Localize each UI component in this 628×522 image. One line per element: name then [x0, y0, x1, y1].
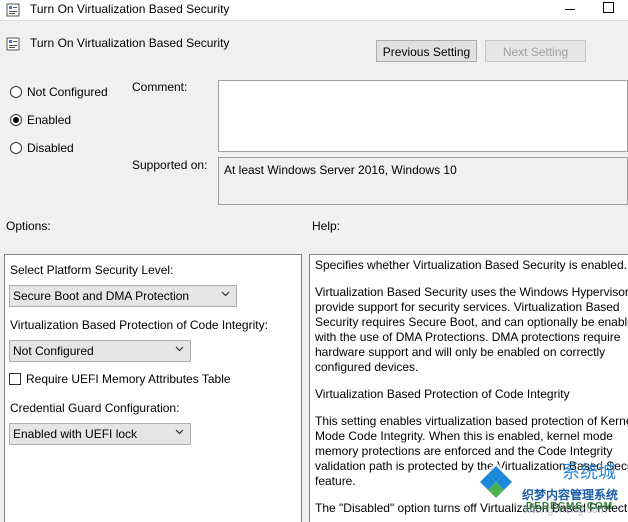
help-line: hardware support and will only be enable…	[315, 345, 606, 359]
title-bar: Turn On Virtualization Based Security	[0, 0, 628, 21]
help-paragraph: Virtualization Based Protection of Code …	[315, 387, 623, 402]
credential-guard-dropdown[interactable]: Enabled with UEFI lock	[9, 423, 191, 445]
watermark-logo: 系统城 xitongcheng.com 织梦内容管理系统 DEDECMS.COM	[470, 456, 628, 522]
radio-not-configured[interactable]: Not Configured	[10, 85, 108, 99]
checkbox-box[interactable]	[9, 373, 21, 385]
help-line: provide support for security services. V…	[315, 300, 620, 314]
minimize-button[interactable]	[560, 0, 580, 18]
radio-circle[interactable]	[10, 114, 22, 126]
help-line: Virtualization Based Protection of Code …	[315, 387, 570, 401]
window-title: Turn On Virtualization Based Security	[30, 2, 230, 16]
vbp-code-integrity-label: Virtualization Based Protection of Code …	[10, 318, 268, 332]
chevron-down-icon	[175, 429, 184, 435]
vbp-code-integrity-value: Not Configured	[13, 344, 94, 358]
comment-label: Comment:	[132, 80, 188, 94]
supported-on-value: At least Windows Server 2016, Windows 10	[224, 163, 457, 177]
supported-on-box: At least Windows Server 2016, Windows 10	[218, 157, 628, 205]
policy-window-icon	[6, 3, 20, 17]
help-line: configured devices.	[315, 360, 419, 374]
help-line: Virtualization Based Security uses the W…	[315, 285, 628, 299]
credential-guard-label: Credential Guard Configuration:	[10, 401, 180, 415]
vbp-code-integrity-dropdown[interactable]: Not Configured	[9, 340, 191, 362]
help-line: Security requires Secure Boot, and can o…	[315, 315, 628, 329]
radio-label: Enabled	[27, 113, 72, 127]
radio-enabled[interactable]: Enabled	[10, 113, 71, 127]
platform-security-value: Secure Boot and DMA Protection	[13, 289, 190, 303]
radio-circle[interactable]	[10, 142, 22, 154]
help-line: Specifies whether Virtualization Based S…	[315, 258, 627, 272]
help-line: feature.	[315, 474, 356, 488]
uefi-memory-checkbox[interactable]: Require UEFI Memory Attributes Table	[9, 372, 231, 386]
previous-setting-button[interactable]: Previous Setting	[376, 40, 477, 62]
radio-label: Not Configured	[27, 85, 108, 99]
chevron-down-icon	[175, 346, 184, 352]
options-pane: Select Platform Security Level: Secure B…	[4, 254, 302, 522]
windows-logo-icon	[476, 462, 516, 502]
comment-textbox[interactable]	[218, 80, 628, 152]
radio-circle[interactable]	[10, 86, 22, 98]
help-paragraph: Virtualization Based Security uses the W…	[315, 285, 628, 375]
uefi-memory-checkbox-label: Require UEFI Memory Attributes Table	[26, 372, 231, 386]
options-heading: Options:	[6, 219, 51, 233]
help-line: with the use of DMA Protections. DMA pro…	[315, 330, 621, 344]
help-heading: Help:	[312, 219, 341, 233]
credential-guard-value: Enabled with UEFI lock	[13, 427, 138, 441]
policy-setting-icon	[6, 37, 20, 51]
setting-title: Turn On Virtualization Based Security	[30, 36, 230, 50]
watermark-line2: DEDECMS.COM	[526, 501, 614, 512]
platform-security-label: Select Platform Security Level:	[10, 263, 174, 277]
watermark-logo-text: 系统城	[562, 462, 616, 483]
help-line: This setting enables virtualization base…	[315, 414, 628, 428]
help-line: Mode Code Integrity. When this is enable…	[315, 429, 613, 443]
help-paragraph: Specifies whether Virtualization Based S…	[315, 258, 627, 273]
platform-security-dropdown[interactable]: Secure Boot and DMA Protection	[9, 285, 237, 307]
radio-label: Disabled	[27, 141, 74, 155]
radio-disabled[interactable]: Disabled	[10, 141, 74, 155]
next-setting-button[interactable]: Next Setting	[485, 40, 586, 62]
maximize-button[interactable]	[603, 2, 614, 13]
chevron-down-icon	[221, 291, 230, 297]
supported-on-label: Supported on:	[132, 158, 208, 172]
